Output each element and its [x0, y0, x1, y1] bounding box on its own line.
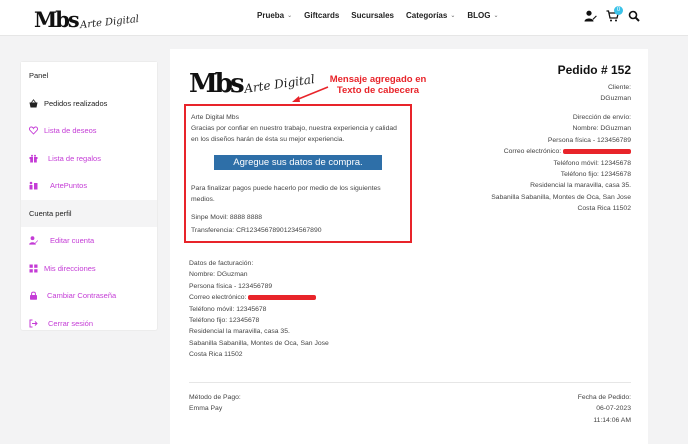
chevron-down-icon: ⌄: [287, 13, 293, 19]
billing-phone: Teléfono fijo: 12345678: [189, 317, 260, 325]
nav-item-prueba[interactable]: Prueba ⌄: [257, 11, 292, 20]
annotation-label: Mensaje agregado en Texto de cabecera: [329, 74, 427, 96]
order-date: Fecha de Pedido: 06-07-2023 11:14:06 AM: [578, 392, 631, 426]
lock-icon: [29, 291, 38, 301]
sidebar-item-cerrar-sesion[interactable]: Cerrar sesión: [21, 310, 157, 338]
shipping-address-2: Sabanilla Sabanilla, Montes de Oca, San …: [491, 193, 631, 201]
user-edit-icon: [29, 236, 38, 245]
billing-mobile: Teléfono móvil: 12345678: [189, 305, 267, 313]
shipping-email: Correo electrónico:: [491, 146, 631, 157]
shipping-heading: Dirección de envío:: [572, 114, 631, 121]
sidebar-heading-cuenta: Cuenta perfil: [21, 199, 157, 227]
client-label: Cliente:: [607, 84, 631, 91]
basket-icon: [29, 98, 38, 108]
redacted-email: [248, 294, 317, 300]
company-name: Arte Digital Mbs: [191, 114, 239, 121]
main-nav: Prueba ⌄ Giftcards Sucursales Categorías ⌄…: [257, 11, 499, 20]
payment-info-line-2: medios.: [191, 196, 215, 203]
redacted-email: [563, 148, 631, 154]
account-sidebar: Panel Pedidos realizados Lista de deseos…: [20, 61, 158, 331]
sidebar-item-deseos[interactable]: Lista de deseos: [21, 117, 157, 145]
sinpe-number: Sinpe Movil: 8888 8888: [191, 214, 263, 221]
nav-item-blog[interactable]: BLOG ⌄: [467, 11, 498, 20]
sidebar-heading-panel: Panel: [21, 62, 157, 90]
shipping-address-1: Residencial la maravilla, casa 35.: [530, 182, 631, 190]
billing-id: Persona física - 123456789: [189, 282, 273, 290]
section-divider: [189, 382, 631, 383]
header-icons: 0: [583, 6, 641, 23]
thanks-line-2: en los diseños harán de ésta su mejor ex…: [191, 136, 345, 143]
client-block: Cliente: DGuzman: [600, 82, 631, 105]
thanks-line-1: Gracias por confiar en nuestro trabajo, …: [191, 125, 397, 132]
payment-label: Método de Pago:: [189, 394, 241, 401]
points-icon: [29, 181, 38, 190]
billing-email: Correo electrónico:: [189, 292, 329, 303]
billing-name: Nombre: DGuzman: [189, 271, 248, 279]
cart-icon[interactable]: 0: [605, 6, 623, 23]
sidebar-item-pedidos[interactable]: Pedidos realizados: [21, 90, 157, 118]
client-name: DGuzman: [600, 95, 631, 103]
billing-address: Datos de facturación: Nombre: DGuzman Pe…: [189, 258, 329, 361]
site-logo[interactable]: Mbs Arte Digital: [34, 3, 139, 33]
payment-info-line-1: Para finalizar pagos puede hacerlo por m…: [191, 185, 381, 192]
chevron-down-icon: ⌄: [493, 13, 499, 19]
sidebar-item-editar-cuenta[interactable]: Editar cuenta: [21, 227, 157, 255]
billing-heading: Datos de facturación:: [189, 260, 254, 267]
shipping-name: Nombre: DGuzman: [572, 125, 631, 133]
sidebar-item-artepuntos[interactable]: ArtePuntos: [21, 172, 157, 200]
site-header: Mbs Arte Digital Prueba ⌄ Giftcards Sucur…: [0, 0, 688, 36]
cart-count-badge: 0: [614, 6, 623, 15]
shipping-address-3: Costa Rica 11502: [577, 205, 631, 213]
sidebar-item-regalos[interactable]: Lista de regalos: [21, 145, 157, 173]
search-icon[interactable]: [627, 9, 641, 23]
sidebar-item-cambiar-contrasena[interactable]: Cambiar Contraseña: [21, 282, 157, 310]
grid-icon: [29, 264, 38, 273]
logo-script: Arte Digital: [79, 13, 140, 32]
order-title: Pedido # 152: [557, 63, 631, 77]
user-edit-icon[interactable]: [583, 9, 597, 23]
shipping-address: Dirección de envío: Nombre: DGuzman Pers…: [491, 112, 631, 215]
payment-method: Método de Pago: Emma Pay: [189, 392, 241, 415]
transfer-account: Transferencia: CR12345678901234567890: [191, 227, 322, 234]
nav-item-categorias[interactable]: Categorías ⌄: [406, 11, 455, 20]
sidebar-item-direcciones[interactable]: Mis direcciones: [21, 255, 157, 283]
shipping-mobile: Teléfono móvil: 12345678: [553, 159, 631, 167]
shipping-phone: Teléfono fijo: 12345678: [560, 171, 631, 179]
payment-value: Emma Pay: [189, 405, 223, 413]
billing-address-2: Sabanilla Sabanilla, Montes de Oca, San …: [189, 339, 329, 347]
chevron-down-icon: ⌄: [450, 13, 456, 19]
order-panel: Mbs Arte Digital Mensaje agregado en Tex…: [170, 49, 648, 444]
date-label: Fecha de Pedido:: [577, 394, 631, 401]
billing-address-3: Costa Rica 11502: [189, 351, 243, 359]
shipping-id: Persona física - 123456789: [547, 136, 631, 144]
date-value: 06-07-2023: [596, 405, 631, 413]
gift-icon: [29, 154, 38, 163]
billing-address-1: Residencial la maravilla, casa 35.: [189, 328, 290, 336]
annotation-arrow: [292, 86, 329, 102]
logout-icon: [29, 319, 38, 328]
nav-item-sucursales[interactable]: Sucursales: [351, 11, 394, 20]
logo-text: Mbs: [34, 7, 80, 32]
heart-icon: [29, 126, 38, 135]
nav-item-giftcards[interactable]: Giftcards: [304, 11, 339, 20]
header-message-highlight: Arte Digital Mbs Gracias por confiar en …: [184, 104, 412, 243]
cta-banner: Agregue sus datos de compra.: [214, 155, 382, 170]
time-value: 11:14:06 AM: [593, 416, 631, 424]
